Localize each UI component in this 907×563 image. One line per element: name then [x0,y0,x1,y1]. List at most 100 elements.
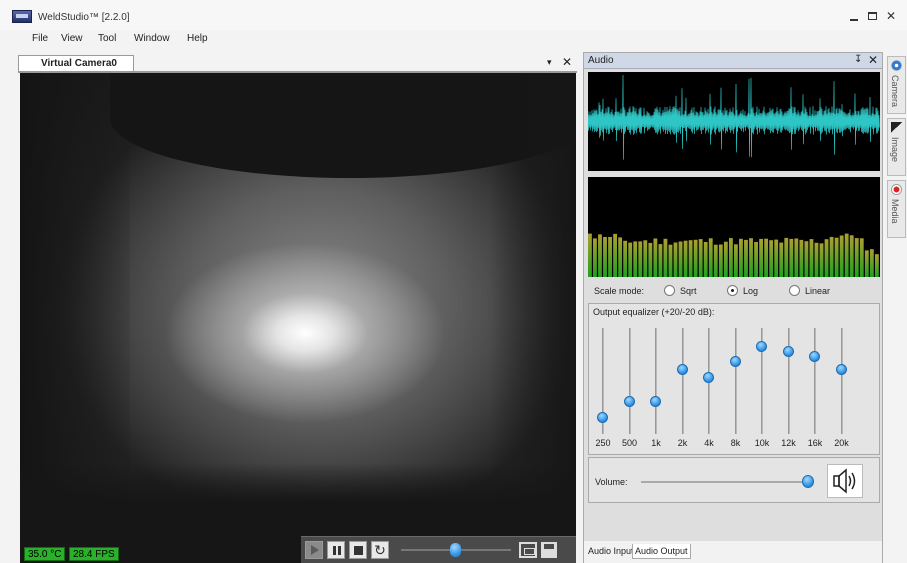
eq-track-16k[interactable] [814,328,816,434]
spectrum-bar [854,238,859,277]
menu-view[interactable]: View [61,33,83,44]
play-button[interactable] [305,541,323,559]
eq-handle-16k[interactable] [809,351,820,363]
close-window-button[interactable]: ✕ [883,8,899,24]
spectrum-bar [658,244,663,277]
eq-handle-20k[interactable] [835,364,847,376]
spectrum-bar [734,244,738,277]
side-tab-camera[interactable]: Camera [887,56,906,114]
spectrum-bar [648,242,653,277]
eq-label-20k: 20k [834,438,849,448]
output-equalizer: Output equalizer (+20/-20 dB): 250 500 1k 2… [588,303,880,455]
tab-dropdown-icon[interactable]: ▾ [547,57,552,68]
menu-file[interactable]: File [32,33,48,44]
spectrum-bar [638,241,643,277]
pin-icon[interactable]: ↧ [854,54,862,65]
spectrum-bar [789,238,794,277]
eq-label-1k: 1k [651,438,661,448]
spectrum-bar [769,240,774,277]
scale-linear-label: Linear [805,286,831,296]
pause-button[interactable] [327,541,345,559]
scale-mode-row: Scale mode: Sqrt Log Linear [584,282,882,302]
minimize-button[interactable] [846,8,862,24]
eq-track-500[interactable] [628,328,631,434]
eq-handle-500[interactable] [623,396,635,408]
eq-track-8k[interactable] [734,328,737,434]
spectrum-bar [839,235,844,277]
spectrum-bar [653,238,658,277]
volume-slider-track[interactable] [641,481,813,483]
eq-label-10k: 10k [754,438,770,448]
maximize-button[interactable] [864,8,880,24]
audio-spectrum [588,177,880,277]
eq-handle-2k[interactable] [676,364,688,376]
window-title: WeldStudio™ [2.2.0] [38,12,130,23]
eq-label-12k: 12k [781,438,796,448]
speaker-glyph [833,468,856,494]
spectrum-bar [663,238,668,277]
volume-box: Volume: [588,457,880,503]
eq-handle-250[interactable] [597,412,608,424]
speaker-icon[interactable] [827,464,863,498]
spectrum-bar [794,238,799,277]
spectrum-bar [869,249,874,277]
scale-linear-radio[interactable] [789,285,800,296]
eq-track-12k[interactable] [787,328,790,434]
menu-window[interactable]: Window [134,33,170,44]
fps-readout: 28.4 FPS [69,547,119,561]
spectrum-bar [799,239,804,277]
spectrum-bar [588,233,592,277]
camera-video-view[interactable] [20,73,576,563]
eq-handle-10k[interactable] [756,340,767,352]
stop-button[interactable] [349,541,367,559]
spectrum-bar [829,236,834,277]
scale-log-radio[interactable] [727,285,738,296]
save-button[interactable] [541,542,557,558]
spectrum-bar [603,237,607,277]
spectrum-bar [708,238,713,277]
spectrum-bar [754,242,758,277]
side-tab-media[interactable]: Media [887,180,906,238]
eq-handle-12k[interactable] [782,345,794,357]
spectrum-bar [784,237,789,277]
menu-tool[interactable]: Tool [98,33,116,44]
equalizer-title: Output equalizer (+20/-20 dB): [593,307,715,317]
spectrum-bar [849,235,854,277]
eq-handle-1k[interactable] [650,396,661,408]
spectrum-bar [688,240,693,277]
spectrum-bar [744,239,748,277]
eq-handle-8k[interactable] [729,356,741,368]
tab-close-icon[interactable]: ✕ [562,55,572,69]
spectrum-bar [728,238,733,277]
spectrum-bar [628,242,633,277]
tab-audio-output[interactable]: Audio Output [632,544,691,559]
volume-slider-handle[interactable] [801,475,814,488]
tab-audio-input[interactable]: Audio Input [586,544,636,558]
eq-track-20k[interactable] [840,328,843,434]
loop-button[interactable]: ↻ [371,541,389,559]
spectrum-bar [723,241,728,277]
minimize-icon [850,18,858,21]
waveform-trace [588,74,880,160]
spectrum-bar [598,234,602,277]
spectrum-bar [613,233,617,277]
eq-handle-4k[interactable] [703,372,714,384]
spectrum-bar [693,239,698,277]
eq-track-1k[interactable] [655,328,657,434]
scale-mode-label: Scale mode: [594,286,645,296]
side-tab-image[interactable]: Image [887,118,906,176]
scale-sqrt-radio[interactable] [664,285,675,296]
playback-scrub-handle[interactable] [449,543,461,557]
spectrum-bar [739,238,743,277]
eq-track-2k[interactable] [681,328,684,434]
spectrum-bar [819,243,824,277]
audio-close-icon[interactable]: ✕ [868,53,878,67]
open-folder-button[interactable] [519,542,537,558]
menu-help[interactable]: Help [187,33,208,44]
spectrum-bar [623,240,628,277]
weldstudio-window: WeldStudio™ [2.2.0] ✕ File View Tool Win… [0,0,907,563]
eq-label-4k: 4k [704,438,714,448]
audio-panel-header: Audio ↧ ✕ [584,53,882,69]
tab-virtual-camera[interactable]: Virtual Camera0 [18,55,134,72]
scale-log-label: Log [743,286,759,296]
